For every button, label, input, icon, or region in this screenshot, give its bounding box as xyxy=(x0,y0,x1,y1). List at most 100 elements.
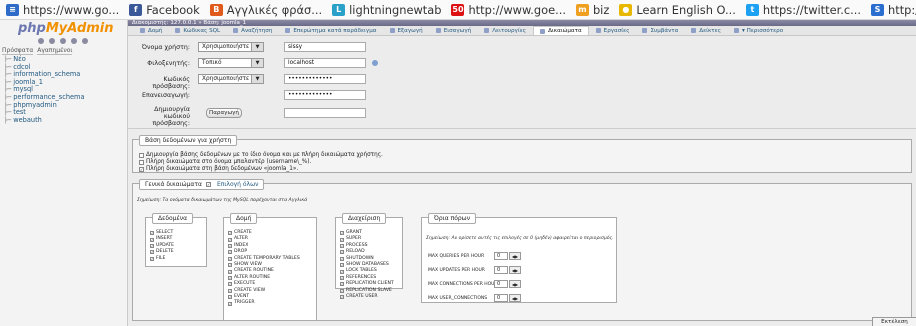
tab-icon xyxy=(733,28,739,33)
checkbox[interactable]: ✓ xyxy=(228,288,232,293)
tab-3[interactable]: Επερώτημα κατά παράδειγμα xyxy=(279,26,382,35)
limit-input[interactable]: 0 xyxy=(494,280,508,288)
go-button[interactable]: Εκτέλεση xyxy=(872,317,916,326)
checkbox[interactable]: ✓ xyxy=(228,244,232,249)
tab-8[interactable]: Εργασίες xyxy=(590,26,636,35)
blogger-icon: B xyxy=(209,3,223,16)
retype-input[interactable]: ••••••••••••• xyxy=(284,90,366,100)
spinner-icon[interactable]: ◀▶ xyxy=(509,280,521,288)
spinner-icon[interactable]: ◀▶ xyxy=(509,252,521,260)
tab-icon xyxy=(642,28,648,33)
phpmyadmin-logo[interactable]: phpMyAdmin xyxy=(0,20,127,36)
spinner-icon[interactable]: ◀▶ xyxy=(509,266,521,274)
divider xyxy=(128,128,916,129)
bookmark-item[interactable]: f Facebook xyxy=(129,3,200,17)
generated-password-input[interactable] xyxy=(284,108,366,118)
checkbox[interactable]: ✓ xyxy=(228,276,232,281)
bookmark-item[interactable]: ● Learn English O... xyxy=(619,3,736,17)
tab-2[interactable]: Αναζήτηση xyxy=(227,26,278,35)
generate-password-button[interactable]: Παραγωγή xyxy=(206,108,242,118)
database-option[interactable]: Πλήρη δικαιώματα στο όνομα μπαλαντέρ (us… xyxy=(139,159,383,166)
checkbox[interactable]: ✓ xyxy=(228,282,232,287)
checkbox[interactable]: ✓ xyxy=(340,282,344,287)
tab-10[interactable]: Δείκτες xyxy=(685,26,727,35)
limit-row: MAX UPDATES PER HOUR 0 ◀▶ xyxy=(428,266,521,274)
bookmark-item[interactable]: t https://twitter.c... xyxy=(745,3,861,17)
database-option[interactable]: Δημιουργία βάσης δεδομένων με το ίδιο όν… xyxy=(139,152,383,159)
settings-icon[interactable] xyxy=(82,38,88,44)
option-label: Πλήρη δικαιώματα στο όνομα μπαλαντέρ (us… xyxy=(146,159,312,165)
checkbox[interactable]: ✓ xyxy=(150,250,154,255)
select-all-checkbox[interactable]: ✓ xyxy=(205,182,211,187)
sidebar-tab[interactable]: Αγαπημένοι xyxy=(37,47,73,55)
select-all-link[interactable]: Επιλογή όλων xyxy=(217,181,259,188)
checkbox[interactable]: ✓ xyxy=(340,237,344,242)
host-input[interactable]: localhost xyxy=(284,58,366,68)
password-input[interactable]: ••••••••••••• xyxy=(284,74,366,84)
checkbox[interactable]: ✓ xyxy=(340,256,344,261)
checkbox[interactable]: ✓ xyxy=(340,231,344,236)
checkbox[interactable]: ✓ xyxy=(340,263,344,268)
privilege-create-user[interactable]: ✓ CREATE USER xyxy=(340,294,394,300)
host-type-select[interactable]: Τοπικό ▼ xyxy=(198,58,264,68)
tab-11[interactable]: ▾ Περισσότερο xyxy=(728,26,789,35)
sidebar-tab[interactable]: Πρόσφατα xyxy=(2,47,34,55)
sidebar-item-webauth[interactable]: ├─ webauth xyxy=(0,116,127,125)
tab-5[interactable]: Εισαγωγή xyxy=(430,26,478,35)
checkbox[interactable]: ✓ xyxy=(150,231,154,236)
tab-1[interactable]: Κώδικας SQL xyxy=(169,26,226,35)
tab-9[interactable]: Συμβάντα xyxy=(636,26,684,35)
username-input[interactable]: sissy xyxy=(284,42,366,52)
checkbox[interactable] xyxy=(139,153,144,158)
checkbox[interactable]: ✓ xyxy=(228,256,232,261)
checkbox[interactable]: ✓ xyxy=(340,288,344,293)
bookmark-item[interactable]: Llightningnewtab xyxy=(332,3,441,17)
checkbox[interactable]: ✓ xyxy=(139,167,144,172)
checkbox[interactable]: ✓ xyxy=(228,295,232,300)
checkbox[interactable]: ✓ xyxy=(150,244,154,249)
checkbox[interactable]: ✓ xyxy=(150,256,154,261)
privilege-trigger[interactable]: ✓ TRIGGER xyxy=(228,300,300,306)
spinner-icon[interactable]: ◀▶ xyxy=(509,294,521,302)
help-icon[interactable] xyxy=(372,60,378,66)
limit-label: MAX USER_CONNECTIONS xyxy=(428,295,488,301)
bookmark-item[interactable]: B Αγγλικές φράσ... xyxy=(209,3,322,17)
privilege-file[interactable]: ✓ FILE xyxy=(150,256,174,262)
checkbox[interactable]: ✓ xyxy=(228,263,232,268)
logo-php: php xyxy=(18,21,46,36)
username-type-select[interactable]: Χρησιμοποιήστε ▼ xyxy=(198,42,264,52)
tab-4[interactable]: Εξαγωγή xyxy=(384,26,429,35)
limit-input[interactable]: 0 xyxy=(494,252,508,260)
tab-icon xyxy=(691,28,697,33)
checkbox[interactable]: ✓ xyxy=(340,295,344,300)
home-icon[interactable] xyxy=(38,38,44,44)
bookmark-item[interactable]: Shttp://www.spe... xyxy=(871,3,916,17)
password-type-select[interactable]: Χρησιμοποιήστε ▼ xyxy=(198,74,264,84)
tab-7[interactable]: Δικαιώματα xyxy=(533,26,589,35)
checkbox[interactable]: ✓ xyxy=(150,237,154,242)
checkbox[interactable]: ✓ xyxy=(340,276,344,281)
docs-icon[interactable] xyxy=(71,38,77,44)
checkbox[interactable]: ✓ xyxy=(340,269,344,274)
tree-branch-icon: ├─ xyxy=(4,93,12,101)
help-icon[interactable] xyxy=(60,38,66,44)
tab-0[interactable]: Δομή xyxy=(134,26,168,35)
tab-6[interactable]: Λειτουργίες xyxy=(478,26,532,35)
checkbox[interactable]: ✓ xyxy=(228,250,232,255)
checkbox[interactable]: ✓ xyxy=(228,301,232,306)
checkbox[interactable]: ✓ xyxy=(228,237,232,242)
checkbox[interactable]: ✓ xyxy=(340,250,344,255)
checkbox[interactable]: ✓ xyxy=(228,231,232,236)
bookmark-item[interactable]: 50 http://www.goe... xyxy=(451,3,566,17)
checkbox[interactable]: ✓ xyxy=(340,244,344,249)
limit-input[interactable]: 0 xyxy=(494,294,508,302)
logout-icon[interactable] xyxy=(49,38,55,44)
bookmark-item[interactable]: ≡ https://www.go... xyxy=(6,3,119,17)
limit-input[interactable]: 0 xyxy=(494,266,508,274)
tab-icon xyxy=(233,28,239,33)
database-option[interactable]: ✓ Πλήρη δικαιώματα στη βάση δεδομένων «jo… xyxy=(139,166,383,173)
checkbox[interactable] xyxy=(139,160,144,165)
bookmark-item[interactable]: m biz xyxy=(575,3,609,17)
checkbox[interactable]: ✓ xyxy=(228,269,232,274)
host-label: Φιλοξενητής: xyxy=(147,60,190,67)
